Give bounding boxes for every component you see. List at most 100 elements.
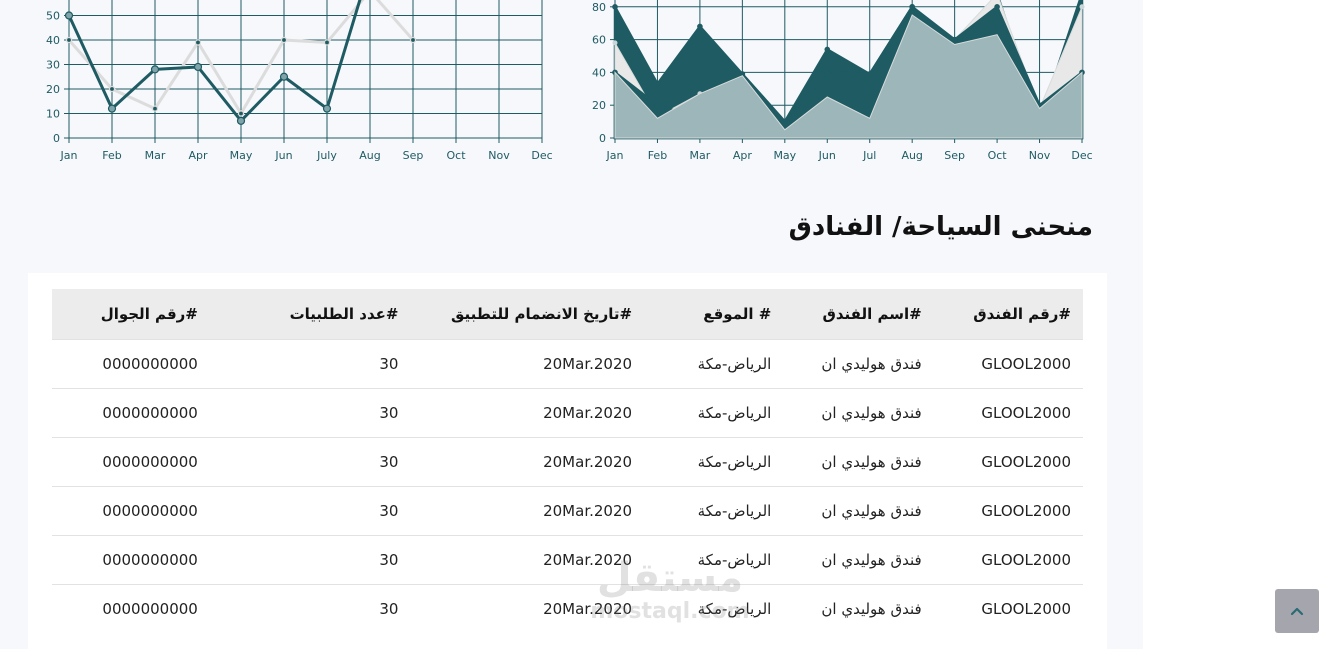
- area-x-tick-label: Sep: [944, 149, 965, 162]
- area-x-tick-label: Jun: [818, 149, 836, 162]
- area-x-tick-label: Feb: [648, 149, 667, 162]
- cell-hotel-number: GLOOL2000: [933, 437, 1083, 487]
- section-title: منحنى السياحة/ الفنادق: [788, 212, 1093, 242]
- line-chart: 0 10 20 30 40 50 Jan Feb Mar Apr May Jun July Aug Sep O…: [0, 0, 570, 172]
- hotels-table-card: #رقم الفندق #اسم الفندق # الموقع #تاريخ …: [28, 273, 1107, 663]
- table-row: GLOOL2000 فندق هوليدي ان الرياض-مكة 20Ma…: [52, 486, 1083, 536]
- cell-phone: 0000000000: [52, 486, 210, 536]
- table-row: GLOOL2000 فندق هوليدي ان الرياض-مكة 20Ma…: [52, 437, 1083, 487]
- line-series-2-point[interactable]: [322, 104, 332, 113]
- line-y-tick-label: 50: [46, 10, 60, 23]
- area-series-3-point[interactable]: [994, 4, 1000, 10]
- line-x-tick-label: Dec: [531, 149, 552, 162]
- cell-location: الرياض-مكة: [644, 486, 784, 536]
- area-series-3-point[interactable]: [654, 102, 661, 108]
- cell-orders-count: 30: [209, 584, 411, 633]
- line-x-tick-label: Jan: [60, 149, 78, 162]
- line-y-tick-label: 20: [46, 83, 60, 96]
- area-x-tick-label: Jul: [862, 149, 876, 162]
- area-x-tick-label: May: [773, 149, 796, 162]
- area-series-1-point[interactable]: [697, 23, 703, 30]
- grid-lines: [64, 0, 543, 143]
- line-series-2-point[interactable]: [193, 62, 203, 72]
- area-series-2-point[interactable]: [612, 40, 618, 46]
- line-series-2-point[interactable]: [236, 116, 246, 125]
- table-row: GLOOL2000 فندق هوليدي ان الرياض-مكة 20Ma…: [52, 388, 1083, 438]
- area-x-tick-label: Oct: [988, 149, 1008, 162]
- line-series-1-point[interactable]: [194, 39, 202, 46]
- area-y-tick-label: 80: [592, 1, 606, 14]
- line-series-1-point[interactable]: [151, 105, 159, 112]
- cell-hotel-number: GLOOL2000: [933, 388, 1083, 438]
- cell-hotel-name: فندق هوليدي ان: [783, 584, 934, 633]
- cell-hotel-number: GLOOL2000: [933, 535, 1083, 585]
- area-x-tick-label: Jan: [606, 149, 624, 162]
- cell-location: الرياض-مكة: [644, 584, 784, 633]
- line-y-tick-label: 40: [46, 34, 60, 47]
- cell-join-date: 20Mar.2020: [410, 486, 645, 536]
- main-content: 0 10 20 30 40 50 Jan Feb Mar Apr May Jun July Aug Sep O…: [0, 0, 1143, 663]
- cell-join-date: 20Mar.2020: [410, 339, 645, 389]
- line-series-2-point[interactable]: [150, 65, 160, 74]
- line-y-tick-label: 0: [53, 132, 60, 145]
- line-series-2-point[interactable]: [279, 72, 289, 81]
- line-y-tick-label: 10: [46, 108, 60, 121]
- cell-join-date: 20Mar.2020: [410, 437, 645, 487]
- area-y-tick-label: 40: [592, 66, 606, 79]
- area-series-3-point[interactable]: [824, 69, 831, 76]
- area-series-3-point[interactable]: [951, 36, 958, 43]
- line-series-1-point[interactable]: [409, 36, 417, 44]
- table-header-row: #رقم الفندق #اسم الفندق # الموقع #تاريخ …: [52, 289, 1083, 340]
- line-series-1-point[interactable]: [280, 36, 288, 44]
- line-series-1-point[interactable]: [323, 39, 331, 46]
- area-x-tick-label: Nov: [1029, 149, 1051, 162]
- cell-phone: 0000000000: [52, 388, 210, 438]
- area-series-1-point[interactable]: [654, 81, 661, 87]
- cell-join-date: 20Mar.2020: [410, 388, 645, 438]
- cell-phone: 0000000000: [52, 339, 210, 389]
- line-x-tick-label: Aug: [359, 149, 380, 162]
- cell-hotel-name: فندق هوليدي ان: [783, 535, 934, 585]
- line-y-tick-label: 30: [46, 59, 60, 72]
- cell-join-date: 20Mar.2020: [410, 584, 645, 633]
- area-x-tick-label: Aug: [901, 149, 922, 162]
- area-series-1-point[interactable]: [612, 4, 618, 10]
- cell-orders-count: 30: [209, 437, 411, 487]
- cell-location: الرياض-مكة: [644, 437, 784, 487]
- area-chart-svg: 0 20 40 60 80 Jan Feb Mar Apr May Jun Jul Aug Sep Oct N…: [592, 0, 1093, 162]
- area-series-3-point[interactable]: [866, 71, 873, 77]
- area-x-tick-label: Mar: [690, 149, 711, 162]
- scroll-to-top-button[interactable]: [1275, 589, 1319, 633]
- cell-location: الرياض-مكة: [644, 535, 784, 585]
- line-series-2: [67, 0, 362, 123]
- cell-join-date: 20Mar.2020: [410, 535, 645, 585]
- line-series-1-point[interactable]: [237, 110, 245, 117]
- area-series-3-point[interactable]: [909, 4, 915, 10]
- table-row: GLOOL2000 فندق هوليدي ان الرياض-مكة 20Ma…: [52, 339, 1083, 389]
- area-series-3-point[interactable]: [782, 118, 788, 125]
- line-series-1-point[interactable]: [65, 36, 73, 44]
- cell-orders-count: 30: [209, 388, 411, 438]
- line-series-2-point[interactable]: [107, 104, 117, 113]
- line-x-tick-label: July: [316, 149, 337, 162]
- cell-hotel-name: فندق هوليدي ان: [783, 437, 934, 487]
- line-series-1-point[interactable]: [108, 85, 116, 93]
- area-series-1-point[interactable]: [824, 46, 831, 53]
- line-x-tick-label: Nov: [488, 149, 510, 162]
- header-hotel-name: #اسم الفندق: [783, 289, 934, 340]
- area-series-2-point[interactable]: [1079, 4, 1085, 10]
- area-y-tick-label: 0: [599, 132, 606, 145]
- area-x-tick-label: Apr: [733, 149, 753, 162]
- header-phone: #رقم الجوال: [52, 289, 210, 340]
- chevron-up-icon: [1290, 607, 1304, 616]
- table-row: GLOOL2000 فندق هوليدي ان الرياض-مكة 20Ma…: [52, 535, 1083, 585]
- header-location: # الموقع: [644, 289, 784, 340]
- table-row: GLOOL2000 فندق هوليدي ان الرياض-مكة 20Ma…: [52, 584, 1083, 633]
- line-series-2-point[interactable]: [64, 11, 74, 20]
- cell-hotel-number: GLOOL2000: [933, 584, 1083, 633]
- cell-hotel-number: GLOOL2000: [933, 339, 1083, 389]
- cell-phone: 0000000000: [52, 437, 210, 487]
- line-x-tick-label: Mar: [145, 149, 166, 162]
- line-x-tick-label: May: [230, 149, 253, 162]
- line-x-tick-label: Feb: [102, 149, 121, 162]
